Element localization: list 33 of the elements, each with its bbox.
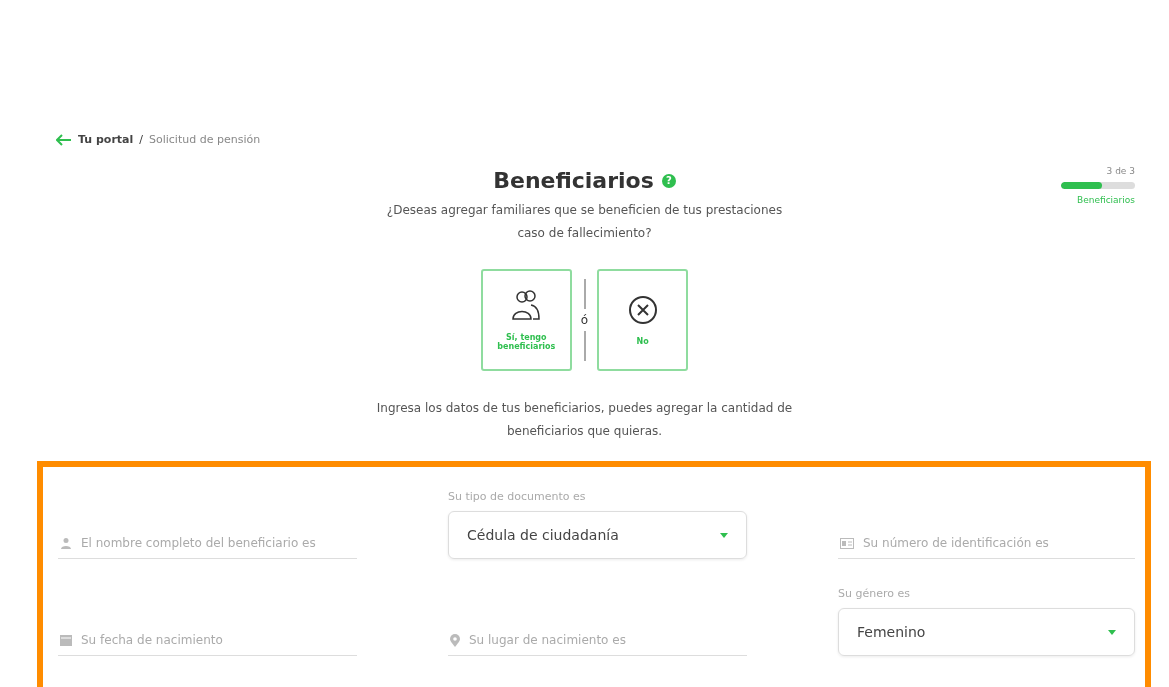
text-field[interactable]: Su número de identificación es	[838, 536, 1135, 559]
question-text: ¿Deseas agregar familiares que se beneficien de tus prestaciones caso de fallecimiento?	[385, 202, 784, 242]
breadcrumb-separator: /	[139, 133, 143, 146]
step-label: Beneficiarios	[1077, 195, 1135, 205]
text-field[interactable]: Su lugar de nacimiento es	[448, 633, 747, 656]
choice-card[interactable]: No	[597, 269, 689, 371]
dropdown[interactable]: Cédula de ciudadanía	[448, 511, 747, 559]
field-placeholder: Su fecha de nacimiento	[81, 633, 223, 647]
instructions-text: Ingresa los datos de tus beneficiarios, puedes agregar la cantidad de beneficiarios que quieras.	[375, 400, 794, 440]
breadcrumb-current: Solicitud de pensión	[149, 133, 261, 146]
text-field[interactable]: Su fecha de nacimiento	[58, 633, 357, 656]
field-placeholder: Su lugar de nacimiento es	[469, 633, 626, 647]
calendar-icon	[60, 634, 72, 646]
page-title: Beneficiarios	[493, 168, 654, 193]
field-placeholder: Su número de identificación es	[863, 536, 1049, 550]
help-icon[interactable]: ?	[661, 173, 676, 188]
breadcrumb-link[interactable]: Tu portal	[78, 133, 134, 146]
step-counter: 3 de 3	[1106, 166, 1135, 176]
id-card-icon	[840, 537, 854, 549]
caret-icon	[720, 532, 728, 538]
field-placeholder: El nombre completo del beneficiario es	[81, 536, 316, 550]
choice-card[interactable]: Sí, tengo beneficiarios	[480, 269, 572, 371]
caret-icon	[1108, 629, 1116, 635]
back-arrow-icon[interactable]	[56, 133, 72, 146]
field-label: Su tipo de documento es	[448, 490, 587, 503]
person-icon	[60, 537, 72, 549]
separator-text: ó	[580, 313, 589, 327]
close-circle-icon	[627, 294, 658, 325]
text-field[interactable]: El nombre completo del beneficiario es	[58, 536, 357, 559]
field-label: Su género es	[838, 587, 911, 600]
dropdown[interactable]: Femenino	[838, 608, 1135, 656]
location-pin-icon	[450, 633, 460, 647]
people-icon	[511, 289, 542, 321]
